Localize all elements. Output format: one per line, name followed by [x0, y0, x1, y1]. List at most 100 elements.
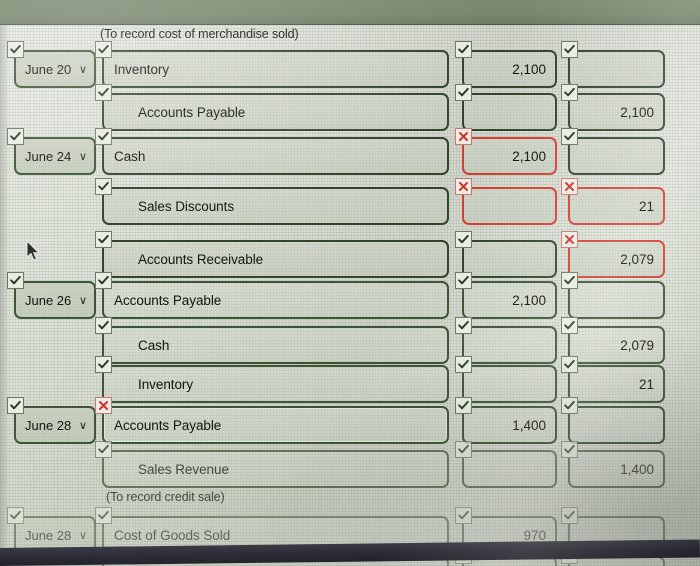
check-icon	[95, 178, 112, 195]
debit-amount-value: 1,400	[512, 417, 546, 433]
check-icon	[455, 356, 472, 373]
credit-amount-field-row-8[interactable]: 21	[561, 356, 665, 403]
debit-amount-field-row-3[interactable]: 2,100	[455, 128, 557, 175]
credit-amount-value: 2,079	[620, 251, 654, 267]
check-icon	[561, 128, 578, 145]
account-title-value: Cash	[138, 337, 170, 353]
account-title-field-row-10[interactable]: Sales Revenue	[95, 441, 449, 488]
debit-amount-field-row-2[interactable]	[455, 84, 557, 131]
debit-amount-field-row-7[interactable]	[455, 317, 557, 364]
chevron-down-icon: ∨	[78, 63, 87, 76]
debit-amount-field-row-6[interactable]: 2,100	[455, 272, 557, 319]
x-icon	[455, 178, 472, 195]
credit-amount-value: 2,100	[620, 104, 654, 120]
credit-amount-field-row-3[interactable]	[561, 128, 665, 175]
date-select-row-3[interactable]: June 24 ∨	[7, 128, 96, 175]
account-title-field-row-5[interactable]: Accounts Receivable	[95, 231, 449, 278]
debit-amount-field-row-10[interactable]	[455, 441, 557, 488]
chevron-down-icon: ∨	[78, 419, 87, 432]
explanation-note-cost-of-merchandise-sold: (To record cost of merchandise sold)	[100, 27, 299, 41]
check-icon	[95, 507, 112, 524]
credit-amount-field-row-2[interactable]: 2,100	[561, 84, 665, 131]
account-title-value: Inventory	[114, 61, 170, 77]
debit-amount-value: 970	[523, 527, 546, 543]
date-select-value: June 28	[25, 417, 72, 433]
date-select-value: June 26	[25, 292, 72, 308]
account-title-field-row-6[interactable]: Accounts Payable	[95, 272, 449, 319]
account-title-value: Sales Revenue	[138, 461, 229, 477]
check-icon	[561, 356, 578, 373]
debit-amount-field-row-9[interactable]: 1,400	[455, 397, 557, 444]
check-icon	[561, 317, 578, 334]
check-icon	[561, 84, 578, 101]
account-title-value: Cash	[114, 148, 146, 164]
account-title-field-row-3[interactable]: Cash	[95, 128, 449, 175]
credit-amount-value: 1,400	[620, 461, 654, 477]
check-icon	[95, 272, 112, 289]
check-icon	[561, 397, 578, 414]
credit-amount-field-row-5[interactable]: 2,079	[561, 231, 665, 278]
x-icon	[455, 128, 472, 145]
check-icon	[7, 507, 24, 524]
check-icon	[95, 356, 112, 373]
check-icon	[455, 507, 472, 524]
check-icon	[7, 41, 24, 58]
date-select-value: June 20	[25, 61, 72, 77]
debit-amount-value: 2,100	[512, 292, 546, 308]
credit-amount-field-row-4[interactable]: 21	[561, 178, 665, 225]
chevron-down-icon: ∨	[78, 529, 87, 542]
x-icon	[561, 231, 578, 248]
debit-amount-field-row-5[interactable]	[455, 231, 557, 278]
account-title-value: Cost of Goods Sold	[114, 527, 231, 543]
check-icon	[455, 441, 472, 458]
date-select-row-6[interactable]: June 26 ∨	[7, 272, 96, 319]
account-title-field-row-2[interactable]: Accounts Payable	[95, 84, 449, 131]
account-title-value: Accounts Payable	[114, 292, 222, 308]
check-icon	[455, 397, 472, 414]
account-title-field-row-1[interactable]: Inventory	[95, 41, 449, 88]
account-title-value: Accounts Payable	[114, 417, 222, 433]
check-icon	[7, 128, 24, 145]
check-icon	[95, 231, 112, 248]
credit-amount-field-row-6[interactable]	[561, 272, 665, 319]
x-icon	[95, 397, 112, 414]
debit-amount-value: 2,100	[512, 148, 546, 164]
journal-entry-form: (To record cost of merchandise sold) (To …	[0, 0, 700, 566]
check-icon	[561, 507, 578, 524]
check-icon	[455, 317, 472, 334]
check-icon	[7, 397, 24, 414]
account-title-value: Accounts Payable	[138, 104, 246, 120]
check-icon	[95, 128, 112, 145]
check-icon	[95, 317, 112, 334]
credit-amount-field-row-10[interactable]: 1,400	[561, 441, 665, 488]
date-select-value: June 24	[25, 148, 72, 164]
check-icon	[95, 41, 112, 58]
account-title-field-row-8[interactable]: Inventory	[95, 356, 449, 403]
account-title-field-row-9[interactable]: Accounts Payable	[95, 397, 449, 444]
check-icon	[561, 272, 578, 289]
credit-amount-field-row-1[interactable]	[561, 41, 665, 88]
account-title-field-row-7[interactable]: Cash	[95, 317, 449, 364]
debit-amount-field-row-8[interactable]	[455, 356, 557, 403]
debit-amount-field-row-4[interactable]	[455, 178, 557, 225]
chevron-down-icon: ∨	[78, 150, 87, 163]
check-icon	[455, 41, 472, 58]
account-title-value: Sales Discounts	[138, 198, 235, 214]
check-icon	[7, 272, 24, 289]
mouse-cursor	[26, 240, 40, 261]
check-icon	[95, 84, 112, 101]
debit-amount-field-row-1[interactable]: 2,100	[455, 41, 557, 88]
credit-amount-field-row-7[interactable]: 2,079	[561, 317, 665, 364]
credit-amount-field-row-9[interactable]	[561, 397, 665, 444]
account-title-value: Inventory	[138, 376, 194, 392]
chevron-down-icon: ∨	[78, 294, 87, 307]
check-icon	[561, 441, 578, 458]
credit-amount-value: 21	[638, 376, 654, 392]
account-title-value: Accounts Receivable	[138, 251, 264, 267]
check-icon	[95, 441, 112, 458]
account-title-field-row-4[interactable]: Sales Discounts	[95, 178, 449, 225]
date-select-row-9[interactable]: June 28 ∨	[7, 397, 96, 444]
date-select-row-1[interactable]: June 20 ∨	[7, 41, 96, 88]
explanation-note-credit-sale: (To record credit sale)	[106, 490, 225, 504]
x-icon	[561, 178, 578, 195]
